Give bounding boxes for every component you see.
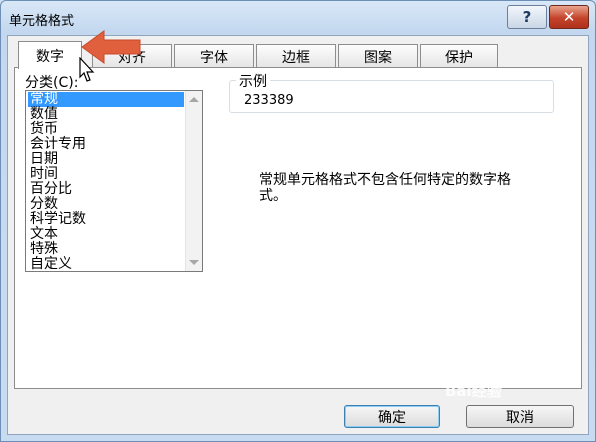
list-item-time[interactable]: 时间 [28,167,184,182]
tab-patterns[interactable]: 图案 [338,44,418,68]
close-icon: ✕ [562,8,576,26]
list-item-percentage[interactable]: 百分比 [28,182,184,197]
question-icon: ? [522,8,532,26]
tab-protection[interactable]: 保护 [420,44,498,68]
tab-number[interactable]: 数字 [18,41,82,69]
tab-font[interactable]: 字体 [174,44,254,68]
list-item-fraction[interactable]: 分数 [28,197,184,212]
tab-label: 保护 [445,49,473,66]
tab-label: 字体 [200,49,228,66]
tab-panel-number: 分类(C): 常规 数值 货币 会计专用 日期 时间 百分比 分数 科学记数 文… [14,67,582,389]
list-item-text[interactable]: 文本 [28,227,184,242]
category-list: 常规 数值 货币 会计专用 日期 时间 百分比 分数 科学记数 文本 特殊 自定… [28,92,184,272]
dialog-body: 数字 对齐 字体 边框 图案 保护 分类(C): 常规 数值 货币 会计专用 日… [7,35,589,435]
ok-button[interactable]: 确定 [344,405,440,428]
tab-border[interactable]: 边框 [256,44,336,68]
help-button[interactable]: ? [507,5,547,29]
tab-label: 图案 [364,49,392,66]
format-description: 常规单元格格式不包含任何特定的数字格式。 [259,172,511,204]
category-label: 分类(C): [25,75,79,91]
mouse-pointer-icon [79,57,95,82]
ok-button-label: 确定 [378,409,406,426]
sample-value: 233389 [244,93,294,108]
scroll-up-icon[interactable] [189,97,199,102]
category-scrollbar[interactable] [185,91,202,271]
list-item-scientific[interactable]: 科学记数 [28,212,184,227]
sample-legend: 示例 [236,71,270,91]
watermark-logo: Bai经验 [445,382,502,400]
cancel-button-label: 取消 [506,409,534,426]
list-item-general[interactable]: 常规 [28,92,184,107]
tab-label: 数字 [36,48,64,65]
tab-label: 边框 [282,49,310,66]
list-item-custom[interactable]: 自定义 [28,257,184,272]
sample-group: 示例 233389 [229,71,554,113]
cancel-button[interactable]: 取消 [466,405,574,428]
list-item-date[interactable]: 日期 [28,152,184,167]
close-button[interactable]: ✕ [549,5,589,29]
list-item-accounting[interactable]: 会计专用 [28,137,184,152]
dialog-title: 单元格格式 [9,14,75,29]
list-item-special[interactable]: 特殊 [28,242,184,257]
scroll-down-icon[interactable] [189,260,199,265]
list-item-number[interactable]: 数值 [28,107,184,122]
category-listbox[interactable]: 常规 数值 货币 会计专用 日期 时间 百分比 分数 科学记数 文本 特殊 自定… [25,90,203,272]
list-item-currency[interactable]: 货币 [28,122,184,137]
